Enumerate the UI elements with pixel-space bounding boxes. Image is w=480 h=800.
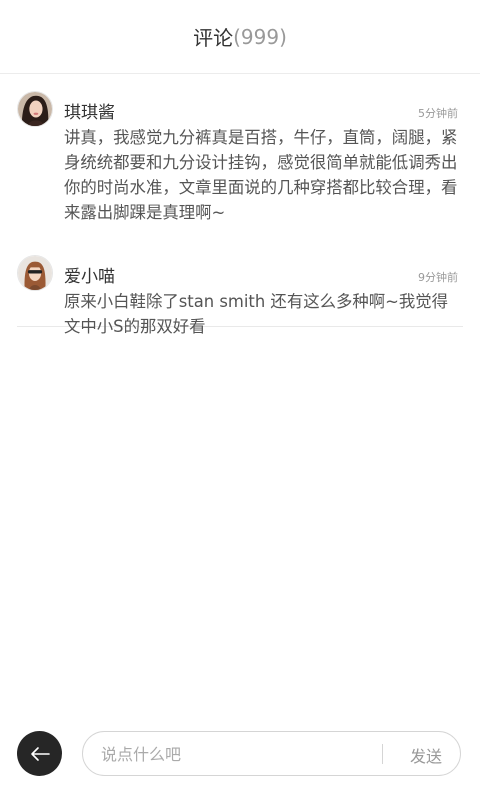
avatar[interactable] xyxy=(17,255,53,291)
header: 评论 (999) xyxy=(0,0,480,74)
comment-time: 5分钟前 xyxy=(418,107,458,120)
comment-text: 原来小白鞋除了stan smith 还有这么多种啊~我觉得文中小S的那双好看 xyxy=(64,292,449,336)
avatar[interactable] xyxy=(17,91,53,127)
arrow-left-icon xyxy=(30,746,50,761)
comment-text: 讲真，我感觉九分裤真是百搭，牛仔，直筒，阔腿，紧身统统都要和九分设计挂钩，感觉很… xyxy=(64,128,458,222)
send-button[interactable]: 发送 xyxy=(410,743,442,767)
comment-username[interactable]: 爱小喵 xyxy=(64,262,115,287)
comment-username[interactable]: 琪琪酱 xyxy=(64,98,115,123)
comment-input[interactable] xyxy=(99,732,373,777)
back-button[interactable] xyxy=(17,731,62,776)
comment-input-box: 发送 xyxy=(82,731,461,777)
page-title: 评论 xyxy=(193,26,234,50)
comment-time: 9分钟前 xyxy=(418,271,458,284)
comment-count: (999) xyxy=(233,24,287,49)
comment-composer: 发送 xyxy=(0,718,480,788)
separator xyxy=(382,744,383,764)
